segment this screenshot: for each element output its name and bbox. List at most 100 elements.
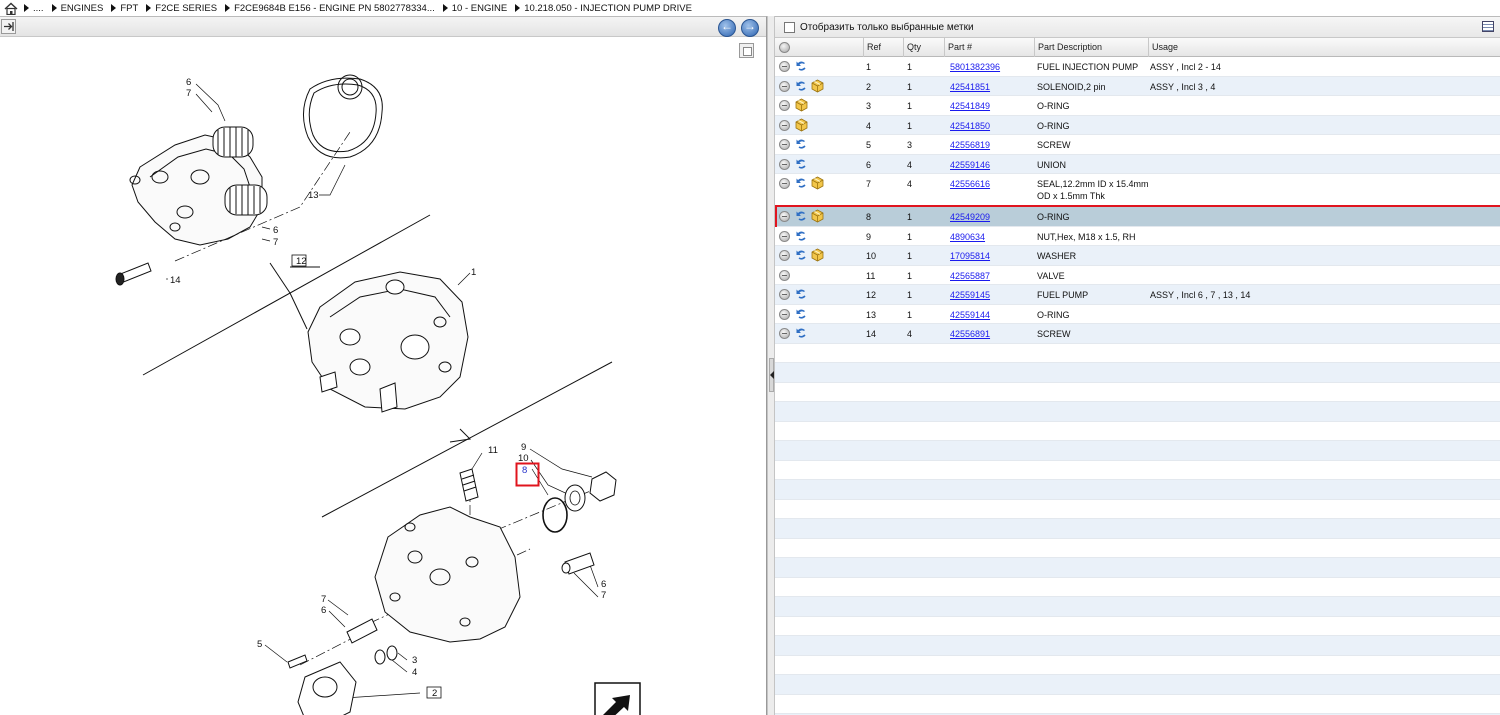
callout-label[interactable]: 6 [273,225,278,236]
collapse-arrow-icon[interactable] [769,358,774,392]
pane-splitter[interactable] [767,16,775,715]
package-icon[interactable] [811,176,824,190]
part-number-link[interactable]: 17095814 [950,250,990,262]
table-row[interactable]: 5 3 42556819 SCREW [775,135,1500,155]
breadcrumb-label[interactable]: F2CE SERIES [155,3,217,14]
package-icon[interactable] [811,248,824,262]
callout-label[interactable]: 5 [257,639,262,650]
callout-label[interactable]: 7 [601,590,606,601]
go-to-assembly-icon[interactable] [795,177,807,189]
breadcrumb-item[interactable]: F2CE9684B E156 - ENGINE PN 5802778334... [225,3,435,14]
select-all-button[interactable] [779,42,790,53]
row-expand-button[interactable] [779,269,790,281]
row-expand-button[interactable] [779,308,790,320]
callout-label[interactable]: 7 [273,237,278,248]
table-row[interactable]: 12 1 42559145 FUEL PUMP ASSY , Incl 6 , 7 , … [775,285,1500,305]
callout-label[interactable]: 4 [412,667,417,678]
breadcrumb-label[interactable]: ENGINES [61,3,104,14]
callout-label[interactable]: 7 [186,88,191,99]
row-expand-button[interactable] [779,289,790,300]
table-row[interactable]: 10 1 17095814 WASHER [775,246,1500,266]
breadcrumb-item[interactable]: 10 - ENGINE [442,3,507,14]
go-to-assembly-icon[interactable] [795,327,807,339]
breadcrumb-label[interactable]: 10.218.050 - INJECTION PUMP DRIVE [524,3,692,14]
callout-label[interactable]: 1 [471,267,476,278]
union-left-illustration[interactable] [346,618,378,644]
callout-label[interactable]: 9 [521,442,526,453]
part-number-link[interactable]: 42541850 [950,120,990,132]
screw-14-illustration[interactable] [115,262,152,286]
part-number-link[interactable]: 42565887 [950,270,990,282]
callout-label[interactable]: 6 [321,605,326,616]
callout-label[interactable]: 14 [170,275,181,286]
row-expand-button[interactable] [779,119,790,131]
callout-label[interactable]: 10 [518,453,529,464]
pump-housing-illustration[interactable] [374,506,521,643]
breadcrumb-item[interactable]: .... [24,3,44,14]
list-view-icon[interactable] [1482,21,1494,32]
callout-label[interactable]: 3 [412,655,417,666]
part-number-link[interactable]: 42556819 [950,139,990,151]
nut-9-illustration[interactable] [589,471,617,502]
row-expand-button[interactable] [779,139,790,150]
callout-label[interactable]: 6 [601,579,606,590]
column-header-part-number[interactable]: Part # [944,38,1034,57]
row-expand-button[interactable] [779,211,790,222]
table-row[interactable]: 1 1 5801382396 FUEL INJECTION PUMP ASSY , In… [775,57,1500,77]
column-header-ref[interactable]: Ref [863,38,903,57]
part-number-link[interactable]: 5801382396 [950,61,1000,73]
row-expand-button[interactable] [779,230,790,242]
row-expand-button[interactable] [779,61,790,72]
valve-11-illustration[interactable] [459,468,479,502]
breadcrumb-label[interactable]: 10 - ENGINE [452,3,507,14]
row-expand-button[interactable] [779,100,790,111]
row-expand-button[interactable] [779,250,790,261]
breadcrumb-item[interactable]: F2CE SERIES [146,3,217,14]
next-drawing-button[interactable]: → [741,19,759,37]
solenoid-illustration[interactable] [297,661,357,715]
table-row[interactable]: 11 1 42565887 VALVE [775,265,1500,285]
breadcrumb-item[interactable]: ENGINES [51,3,104,14]
package-icon[interactable] [811,79,824,93]
part-number-link[interactable]: 42556891 [950,328,990,340]
row-expand-button[interactable] [779,328,790,339]
row-expand-button[interactable] [779,80,790,92]
callout-label[interactable]: 13 [308,190,319,201]
go-to-assembly-icon[interactable] [795,158,807,170]
row-expand-button[interactable] [779,158,790,170]
go-to-assembly-icon[interactable] [795,230,807,242]
go-to-assembly-icon[interactable] [795,60,807,72]
callout-label-selected[interactable]: 8 [522,465,527,476]
breadcrumb-item[interactable]: 10.218.050 - INJECTION PUMP DRIVE [515,3,692,14]
table-row[interactable]: 4 1 42541850 O-RING [775,115,1500,135]
callout-label[interactable]: 11 [488,445,498,456]
table-row[interactable]: 13 1 42559144 O-RING [775,304,1500,324]
package-icon[interactable] [795,98,808,112]
return-arrow-icon[interactable] [594,682,641,715]
package-icon[interactable] [811,209,824,223]
table-row[interactable]: 7 4 42556616 SEAL,12.2mm ID x 15.4mm OD x 1.… [775,174,1500,207]
part-number-link[interactable]: 42549209 [950,211,990,223]
column-header-qty[interactable]: Qty [903,38,944,57]
callout-label[interactable]: 7 [321,594,326,605]
table-row[interactable]: 14 4 42556891 SCREW [775,324,1500,344]
go-to-assembly-icon[interactable] [795,138,807,150]
column-header-description[interactable]: Part Description [1034,38,1148,57]
go-to-assembly-icon[interactable] [795,210,807,222]
union-illustration[interactable] [561,552,595,575]
part-number-link[interactable]: 42556616 [950,178,990,190]
part-number-link[interactable]: 42559145 [950,289,990,301]
go-to-assembly-icon[interactable] [795,308,807,320]
o-ring-8-illustration[interactable] [542,497,568,533]
part-number-link[interactable]: 42559146 [950,159,990,171]
part-number-link[interactable]: 4890634 [950,231,985,243]
home-icon[interactable] [4,2,18,15]
washer-10-illustration[interactable] [564,484,586,512]
table-row[interactable]: 6 4 42559146 UNION [775,154,1500,174]
go-to-assembly-icon[interactable] [795,288,807,300]
show-selected-only-checkbox[interactable] [784,21,795,33]
callout-label[interactable]: 2 [432,688,437,699]
breadcrumb-label[interactable]: FPT [120,3,138,14]
breadcrumb-label[interactable]: F2CE9684B E156 - ENGINE PN 5802778334... [234,3,435,14]
callout-label[interactable]: 12 [296,256,307,267]
